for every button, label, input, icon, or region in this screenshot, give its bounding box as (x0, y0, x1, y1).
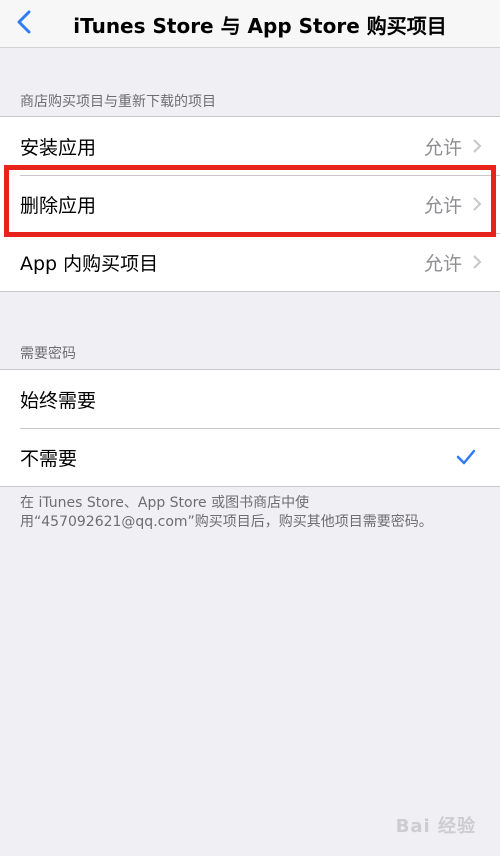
row-not-required[interactable]: 不需要 (0, 428, 500, 486)
row-label: 不需要 (20, 447, 78, 470)
row-value: 允许 (423, 136, 462, 159)
checkmark-icon (456, 449, 476, 465)
row-install-apps[interactable]: 安装应用 允许 (0, 117, 500, 175)
chevron-left-icon (17, 10, 31, 38)
password-footer-note: 在 iTunes Store、App Store 或图书商店中使用“457092… (20, 495, 433, 530)
row-label: 安装应用 (20, 136, 97, 159)
chevron-right-icon (472, 254, 482, 270)
chevron-right-icon (472, 138, 482, 154)
baidu-watermark: Bai 经验 (395, 816, 476, 837)
password-settings-group: 始终需要 不需要 (0, 369, 500, 487)
row-label: App 内购买项目 (20, 252, 159, 275)
purchases-settings-group: 安装应用 允许 删除应用 允许 App 内购买项目 允许 (0, 116, 500, 292)
row-value: 允许 (423, 194, 462, 217)
row-label: 始终需要 (20, 389, 97, 412)
row-always-require[interactable]: 始终需要 (0, 370, 500, 428)
row-delete-apps[interactable]: 删除应用 允许 (0, 175, 500, 233)
row-label: 删除应用 (20, 194, 97, 217)
navigation-bar: iTunes Store 与 App Store 购买项目 (0, 0, 500, 48)
row-value: 允许 (423, 252, 462, 275)
row-in-app-purchases[interactable]: App 内购买项目 允许 (0, 233, 500, 291)
chevron-right-icon (472, 196, 482, 212)
page-title: iTunes Store 与 App Store 购买项目 (73, 13, 447, 38)
section-header-password: 需要密码 (20, 346, 76, 362)
back-button[interactable] (6, 4, 42, 44)
section-header-purchases: 商店购买项目与重新下载的项目 (20, 94, 216, 110)
